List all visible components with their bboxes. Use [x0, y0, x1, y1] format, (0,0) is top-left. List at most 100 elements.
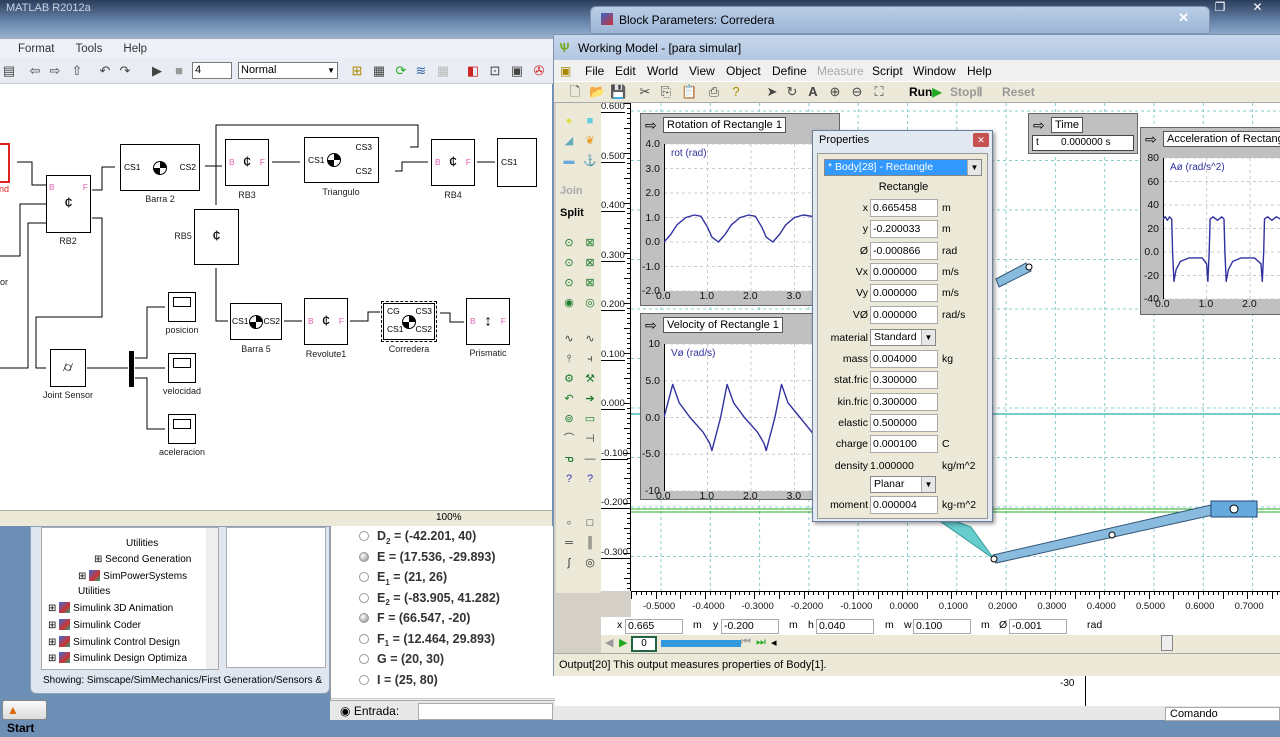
circle-tool-icon[interactable]: ●: [562, 115, 576, 127]
input-field[interactable]: [418, 703, 553, 720]
menu-help[interactable]: Help: [123, 43, 147, 55]
tree-item[interactable]: ⊞ Simulink Control Design: [48, 636, 180, 648]
spring-damper-icon[interactable]: ∿: [583, 333, 597, 345]
pin-joint[interactable]: [990, 555, 998, 563]
undo-icon[interactable]: ↶: [98, 64, 112, 78]
library-blocks-pane[interactable]: [226, 527, 326, 668]
close-icon[interactable]: ✕: [1178, 10, 1189, 26]
visibility-toggle[interactable]: [359, 654, 369, 664]
simulink-canvas[interactable]: nd or B F ¢ RB2 CS1 CS2 Barra 2 B F ¢ RB…: [0, 84, 552, 510]
square-point-icon[interactable]: □: [583, 517, 597, 529]
body-select[interactable]: * Body[28] - Rectangle ▼: [824, 159, 982, 176]
frame-slider[interactable]: [661, 640, 741, 647]
menu-script[interactable]: Script: [872, 64, 903, 78]
property-field[interactable]: 0.000000: [870, 305, 938, 324]
rod-icon[interactable]: ᓀ: [562, 453, 576, 465]
arrow-icon[interactable]: ⇨: [645, 118, 657, 132]
tree-item[interactable]: ⊞ SimPowerSystems: [78, 570, 187, 582]
property-field[interactable]: -0.200033: [870, 220, 938, 239]
menu-edit[interactable]: Edit: [615, 64, 636, 78]
property-field[interactable]: 0.500000: [870, 413, 938, 432]
meter-velocity[interactable]: ⇨ Velocity of Rectangle 1 -10 -5.0 0.0 5.0 1…: [640, 313, 840, 502]
tree-scrollbar[interactable]: [206, 528, 218, 669]
meter-acceleration[interactable]: ⇨ Acceleration of Rectangle 1 -40-200.02…: [1140, 127, 1280, 315]
visibility-toggle[interactable]: [359, 633, 369, 644]
text-tool-icon[interactable]: A: [806, 85, 820, 99]
refresh-icon[interactable]: ⟳: [394, 64, 408, 78]
algebra-item[interactable]: E1 = (21, 26): [359, 570, 447, 587]
block-rb2[interactable]: B F ¢: [46, 175, 91, 233]
visibility-toggle[interactable]: [359, 531, 369, 541]
play-end-icon[interactable]: ⏭: [756, 636, 766, 649]
open-icon[interactable]: 📂: [589, 85, 605, 99]
forward-icon[interactable]: ⇨: [48, 64, 62, 78]
join-button[interactable]: Join: [560, 185, 583, 197]
algebra-item[interactable]: D2 = (-42.201, 40): [359, 529, 476, 546]
property-field[interactable]: 0.004000: [870, 350, 938, 368]
library-browser-icon[interactable]: ◧: [466, 64, 480, 78]
tree-item[interactable]: ⊞ Simulink Design Optimiza: [48, 652, 187, 664]
split-button[interactable]: Split: [560, 207, 584, 219]
meter-rotation[interactable]: ⇨ Rotation of Rectangle 1 -2.0 -1.0 0.0 1.0…: [640, 113, 840, 306]
block-rb3[interactable]: B F ¢: [225, 139, 269, 186]
polygon-tool-icon[interactable]: ◢: [562, 135, 576, 147]
menu-world[interactable]: World: [647, 64, 678, 78]
curved-body-tool-icon[interactable]: ❦: [583, 135, 597, 147]
material-select[interactable]: Standard ▼: [870, 329, 936, 346]
restore-icon[interactable]: ❐: [1205, 0, 1235, 18]
block-joint-sensor[interactable]: ⌭: [50, 349, 86, 387]
back-icon[interactable]: ⇦: [28, 64, 42, 78]
x-field[interactable]: 0.665: [625, 619, 683, 634]
close-icon[interactable]: ✕: [973, 133, 989, 147]
help-body-icon[interactable]: ?: [583, 473, 597, 485]
line-icon[interactable]: —: [583, 453, 597, 465]
pulley-icon[interactable]: ⚒: [583, 373, 597, 385]
algebra-item[interactable]: E = (17.536, -29.893): [359, 550, 496, 567]
block-corredera[interactable]: CG CS1 CS3 CS2: [381, 301, 437, 342]
sim-mode-select[interactable]: Normal ▼: [238, 62, 338, 79]
torque-icon[interactable]: ↶: [562, 393, 576, 405]
library-tree[interactable]: Utilities ⊞ Second Generation ⊞ SimPower…: [41, 527, 219, 670]
run-button[interactable]: Run▶: [909, 85, 942, 99]
anchor-tool-icon[interactable]: ⚓: [583, 155, 597, 167]
property-field[interactable]: 0.000000: [870, 262, 938, 281]
build-icon[interactable]: ▦: [372, 64, 386, 78]
zoom-in-icon[interactable]: ⊕: [828, 85, 842, 99]
zoom-out-icon[interactable]: ⊖: [850, 85, 864, 99]
paste-icon[interactable]: 📋: [681, 85, 697, 99]
tree-item[interactable]: Utilities: [126, 538, 158, 549]
copy-icon[interactable]: ⎘: [659, 85, 673, 99]
pin-joint[interactable]: [1025, 263, 1033, 271]
keyed-curved-slot-icon[interactable]: ◎: [583, 297, 597, 309]
scope-aceleracion[interactable]: [168, 414, 196, 444]
tree-item[interactable]: ⊞ Second Generation: [94, 554, 191, 565]
force-icon[interactable]: ➔: [583, 393, 597, 405]
arrow-icon[interactable]: ⇨: [645, 318, 657, 332]
block-barra2[interactable]: CS1 CS2: [120, 144, 200, 191]
scope-posicion[interactable]: [168, 292, 196, 322]
pin-joint-icon[interactable]: ⊙: [562, 237, 576, 249]
tree-item[interactable]: ⊞ Simulink Coder: [48, 619, 141, 631]
step-back-icon[interactable]: ⏮: [741, 636, 751, 649]
paste-icon[interactable]: ▤: [2, 64, 16, 78]
layers-icon[interactable]: ≋: [414, 64, 428, 78]
menu-view[interactable]: View: [689, 64, 715, 78]
model-explorer-icon[interactable]: ⊡: [488, 64, 502, 78]
meter-time[interactable]: ⇨ Time t 0.000000 s: [1028, 113, 1138, 154]
property-field[interactable]: 0.000004: [870, 496, 938, 514]
keyed-slot-icon[interactable]: ⊠: [583, 257, 597, 269]
property-field[interactable]: 0.300000: [870, 371, 938, 390]
horizontal-slot-icon[interactable]: ═: [562, 537, 576, 549]
new-icon[interactable]: 🗋: [568, 85, 582, 99]
curved-slot-icon[interactable]: ◉: [562, 297, 576, 309]
rotational-spring-icon[interactable]: ⌒: [562, 433, 576, 445]
visibility-toggle[interactable]: [359, 572, 369, 582]
algebra-item[interactable]: G = (20, 30): [359, 652, 444, 669]
pin-joint[interactable]: [1108, 531, 1116, 539]
stop-time-input[interactable]: 4: [192, 62, 232, 79]
bar-body[interactable]: [992, 504, 1214, 564]
block-rb5[interactable]: ¢: [194, 209, 239, 265]
menu-object[interactable]: Object: [726, 64, 761, 78]
stop-icon[interactable]: ■: [172, 64, 186, 78]
property-field[interactable]: 0.000000: [870, 284, 938, 303]
